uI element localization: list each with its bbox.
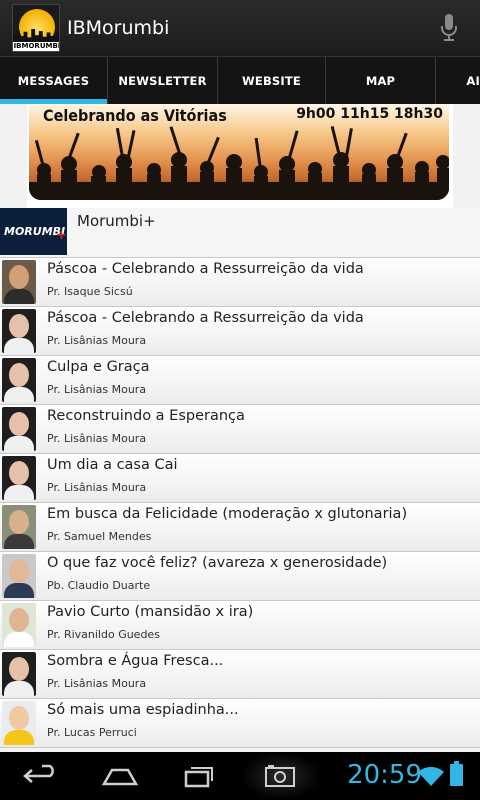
message-title: Culpa e Graça [47,359,150,375]
featured-row[interactable]: MORUMBI + Morumbi+ [0,208,480,258]
tab-map[interactable]: MAP [326,57,436,104]
message-speaker: Pr. Lisânias Moura [47,334,147,347]
message-speaker: Pr. Isaque Sicsú [47,285,133,298]
list-item[interactable]: Sombra e Água Fresca... Pr. Lisânias Mou… [0,650,480,699]
tab-bar: MESSAGES NEWSLETTER WEBSITE MAP AI [0,56,480,104]
tab-messages[interactable]: MESSAGES [0,57,108,104]
message-title: Páscoa - Celebrando a Ressurreição da vi… [47,261,364,277]
message-speaker: Pr. Lisânias Moura [47,432,147,445]
speaker-avatar [2,260,36,304]
message-title: Reconstruindo a Esperança [47,408,245,424]
message-title: Só mais uma espiadinha... [47,702,239,718]
list-item[interactable]: Culpa e Graça Pr. Lisânias Moura [0,356,480,405]
message-speaker: Pr. Rivanildo Guedes [47,628,160,641]
message-title: Sombra e Água Fresca... [47,653,224,669]
list-item[interactable]: O que faz você feliz? (avareza x generos… [0,552,480,601]
status-clock: 20:59 [347,760,422,790]
list-item[interactable]: Páscoa - Celebrando a Ressurreição da vi… [0,307,480,356]
camera-icon[interactable] [264,762,296,790]
message-speaker: Pr. Lisânias Moura [47,677,147,690]
list-item[interactable]: Um dia a casa Cai Pr. Lisânias Moura [0,454,480,503]
crowd-silhouette [29,126,449,200]
featured-label: Morumbi+ [77,212,156,230]
banner-title: Celebrando as Vitórias [43,106,227,125]
microphone-icon[interactable] [440,14,458,42]
message-speaker: Pr. Lisânias Moura [47,383,147,396]
speaker-avatar [2,701,36,745]
home-icon[interactable] [100,762,140,790]
message-title: Pavio Curto (mansidão x ira) [47,604,254,620]
list-item[interactable]: Em busca da Felicidade (moderação x glut… [0,503,480,552]
speaker-avatar [2,505,36,549]
logo-text: IBMORUMBI [13,42,60,51]
message-title: O que faz você feliz? (avareza x generos… [47,555,388,571]
wifi-icon [418,766,444,786]
speaker-avatar [2,358,36,402]
thumb-plus: + [56,228,67,243]
speaker-avatar [2,554,36,598]
action-bar: IBMORUMBI IBMorumbi [0,0,480,56]
tab-website[interactable]: WEBSITE [218,57,326,104]
message-list: Páscoa - Celebrando a Ressurreição da vi… [0,258,480,748]
app-title: IBMorumbi [67,17,170,39]
list-item[interactable]: Pavio Curto (mansidão x ira) Pr. Rivanil… [0,601,480,650]
battery-icon [450,761,463,786]
banner-image: Celebrando as Vitórias 9h00 11h15 18h30 [29,104,449,200]
message-title: Páscoa - Celebrando a Ressurreição da vi… [47,310,364,326]
banner-service-times: 9h00 11h15 18h30 [296,106,443,122]
recent-apps-icon[interactable] [182,762,218,790]
list-item[interactable]: Páscoa - Celebrando a Ressurreição da vi… [0,258,480,307]
list-item[interactable]: Reconstruindo a Esperança Pr. Lisânias M… [0,405,480,454]
message-speaker: Pr. Samuel Mendes [47,530,152,543]
speaker-avatar [2,652,36,696]
speaker-avatar [2,456,36,500]
back-icon[interactable] [22,762,60,790]
tab-newsletter[interactable]: NEWSLETTER [108,57,218,104]
system-nav-bar: 20:59 [0,752,480,800]
list-item[interactable]: Só mais uma espiadinha... Pr. Lucas Perr… [0,699,480,748]
app-logo[interactable]: IBMORUMBI [12,4,60,52]
message-title: Em busca da Felicidade (moderação x glut… [47,506,408,522]
speaker-avatar [2,603,36,647]
speaker-avatar [2,407,36,451]
banner[interactable]: Celebrando as Vitórias 9h00 11h15 18h30 [27,104,453,208]
message-speaker: Pb. Claudio Duarte [47,579,151,592]
message-title: Um dia a casa Cai [47,457,178,473]
morumbi-plus-thumbnail: MORUMBI + [0,208,67,255]
message-speaker: Pr. Lucas Perruci [47,726,137,739]
tab-more[interactable]: AI [436,57,480,104]
speaker-avatar [2,309,36,353]
message-speaker: Pr. Lisânias Moura [47,481,147,494]
